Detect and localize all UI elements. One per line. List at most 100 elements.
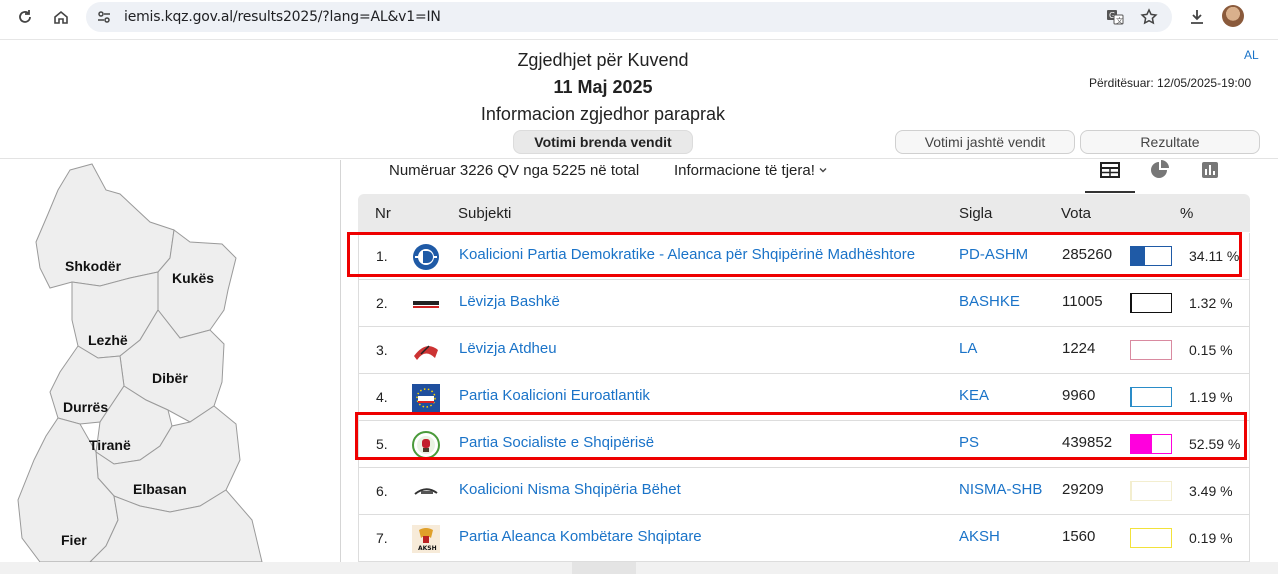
table-view-icon[interactable] [1098, 159, 1122, 181]
party-votes: 1560 [1062, 528, 1096, 545]
party-percent: 52.59 % [1189, 436, 1241, 452]
party-acronym-link[interactable]: PD-ASHM [959, 246, 1028, 263]
ps-logo-icon [411, 430, 441, 460]
la-logo-icon [411, 336, 441, 366]
party-votes: 285260 [1062, 246, 1113, 263]
kea-logo-icon [411, 383, 441, 413]
vote-share-bar [1130, 387, 1172, 407]
home-icon[interactable] [50, 6, 72, 28]
party-percent: 1.19 % [1189, 389, 1233, 405]
svg-text:AKSH: AKSH [418, 545, 437, 552]
col-votes: Vota [1061, 205, 1092, 222]
bar-chart-view-icon[interactable] [1198, 159, 1222, 181]
row-number: 5. [376, 436, 388, 452]
active-view-indicator [1085, 191, 1135, 193]
party-acronym-link[interactable]: KEA [959, 387, 989, 404]
row-number: 7. [376, 530, 388, 546]
row-number: 2. [376, 295, 388, 311]
map-label-lezhe: Lezhë [88, 332, 128, 348]
updated-timestamp: Përditësuar: 12/05/2025-19:00 [1089, 76, 1252, 90]
party-name-link[interactable]: Lëvizja Bashkë [459, 293, 560, 310]
party-votes: 439852 [1062, 434, 1113, 451]
profile-avatar[interactable] [1222, 5, 1244, 27]
party-votes: 11005 [1062, 293, 1103, 310]
party-votes: 9960 [1062, 387, 1096, 404]
party-acronym-link[interactable]: BASHKE [959, 293, 1020, 310]
horizontal-scrollbar[interactable] [0, 562, 1278, 574]
row-number: 6. [376, 483, 388, 499]
vote-share-fill [1131, 294, 1132, 312]
table-row: 7. AKSH Partia Aleanca Kombëtare Shqiptare… [358, 515, 1250, 562]
other-info-label: Informacione të tjera! [674, 162, 815, 179]
map-panel-border [340, 160, 341, 562]
svg-text:文: 文 [1116, 16, 1123, 25]
map-label-kukes: Kukës [172, 270, 215, 286]
col-percent: % [1180, 205, 1194, 222]
vote-share-fill [1131, 435, 1153, 453]
map-label-tirane: Tiranë [89, 437, 131, 453]
map-regions [17, 163, 263, 562]
table-row: 6. Koalicioni Nisma Shqipëria Bëhet NISMA-… [358, 468, 1250, 515]
download-icon[interactable] [1186, 6, 1208, 28]
page-subtitle: Informacion zgjedhor paraprak [480, 104, 726, 124]
results-table-header: Nr Subjekti Sigla Vota % [358, 194, 1250, 232]
vote-share-bar [1130, 434, 1172, 454]
page-title: Zgjedhjet për Kuvend [517, 50, 689, 70]
party-name-link[interactable]: Partia Aleanca Kombëtare Shqiptare [459, 528, 702, 545]
col-nr: Nr [375, 205, 391, 222]
map-label-durres: Durrës [63, 399, 109, 415]
col-subject: Subjekti [458, 205, 512, 222]
vote-share-bar [1130, 293, 1172, 313]
table-row: 3. Lëvizja Atdheu LA 1224 0.15 % [358, 327, 1250, 374]
nisma-logo-icon [411, 477, 441, 507]
party-percent: 0.19 % [1189, 530, 1233, 546]
toolbar-divider [0, 39, 1278, 40]
reload-icon[interactable] [14, 6, 36, 28]
pd-logo-icon [411, 242, 441, 272]
vote-share-fill [1131, 247, 1145, 265]
election-date: 11 Maj 2025 [553, 77, 653, 97]
vote-share-bar [1130, 340, 1172, 360]
party-percent: 0.15 % [1189, 342, 1233, 358]
address-bar[interactable]: iemis.kqz.gov.al/results2025/?lang=AL&v1… [86, 2, 1172, 32]
tab-inside-country[interactable]: Votimi brenda vendit [513, 130, 693, 154]
url-text: iemis.kqz.gov.al/results2025/?lang=AL&v1… [124, 9, 441, 25]
party-percent: 1.32 % [1189, 295, 1233, 311]
map-label-elbasan: Elbasan [133, 481, 187, 497]
party-votes: 29209 [1062, 481, 1104, 498]
row-number: 3. [376, 342, 388, 358]
map-label-diber: Dibër [152, 370, 188, 386]
col-acronym: Sigla [959, 205, 993, 222]
vote-share-bar [1130, 246, 1172, 266]
aksh-logo-icon: AKSH [411, 524, 441, 554]
party-name-link[interactable]: Partia Socialiste e Shqipërisë [459, 434, 654, 451]
party-votes: 1224 [1062, 340, 1096, 357]
header-separator [0, 158, 1278, 159]
other-info-dropdown[interactable]: Informacione të tjera! [674, 162, 828, 179]
language-switch[interactable]: AL [1244, 48, 1259, 62]
party-name-link[interactable]: Koalicioni Nisma Shqipëria Bëhet [459, 481, 681, 498]
translate-icon[interactable]: G文 [1106, 8, 1124, 31]
party-acronym-link[interactable]: AKSH [959, 528, 1000, 545]
browser-toolbar: iemis.kqz.gov.al/results2025/?lang=AL&v1… [0, 0, 1278, 34]
party-percent: 34.11 % [1189, 248, 1240, 264]
tab-abroad[interactable]: Votimi jashtë vendit [895, 130, 1075, 154]
chevron-down-icon [818, 162, 828, 179]
party-name-link[interactable]: Koalicioni Partia Demokratike - Aleanca … [459, 246, 915, 263]
table-row: 2. Lëvizja Bashkë BASHKE 11005 1.32 % [358, 280, 1250, 327]
party-acronym-link[interactable]: PS [959, 434, 979, 451]
pie-chart-view-icon[interactable] [1148, 159, 1172, 181]
row-number: 4. [376, 389, 388, 405]
row-number: 1. [376, 248, 388, 264]
site-settings-icon[interactable] [96, 9, 112, 30]
party-acronym-link[interactable]: LA [959, 340, 977, 357]
scrollbar-thumb[interactable] [572, 562, 636, 574]
party-name-link[interactable]: Lëvizja Atdheu [459, 340, 557, 357]
tab-results[interactable]: Rezultate [1080, 130, 1260, 154]
party-acronym-link[interactable]: NISMA-SHB [959, 481, 1042, 498]
bookmark-star-icon[interactable] [1140, 8, 1158, 31]
map-label-fier: Fier [61, 532, 87, 548]
party-percent: 3.49 % [1189, 483, 1233, 499]
party-name-link[interactable]: Partia Koalicioni Euroatlantik [459, 387, 650, 404]
table-row: 4. Partia Koalicioni Euroatlantik KEA 9960 1… [358, 374, 1250, 421]
